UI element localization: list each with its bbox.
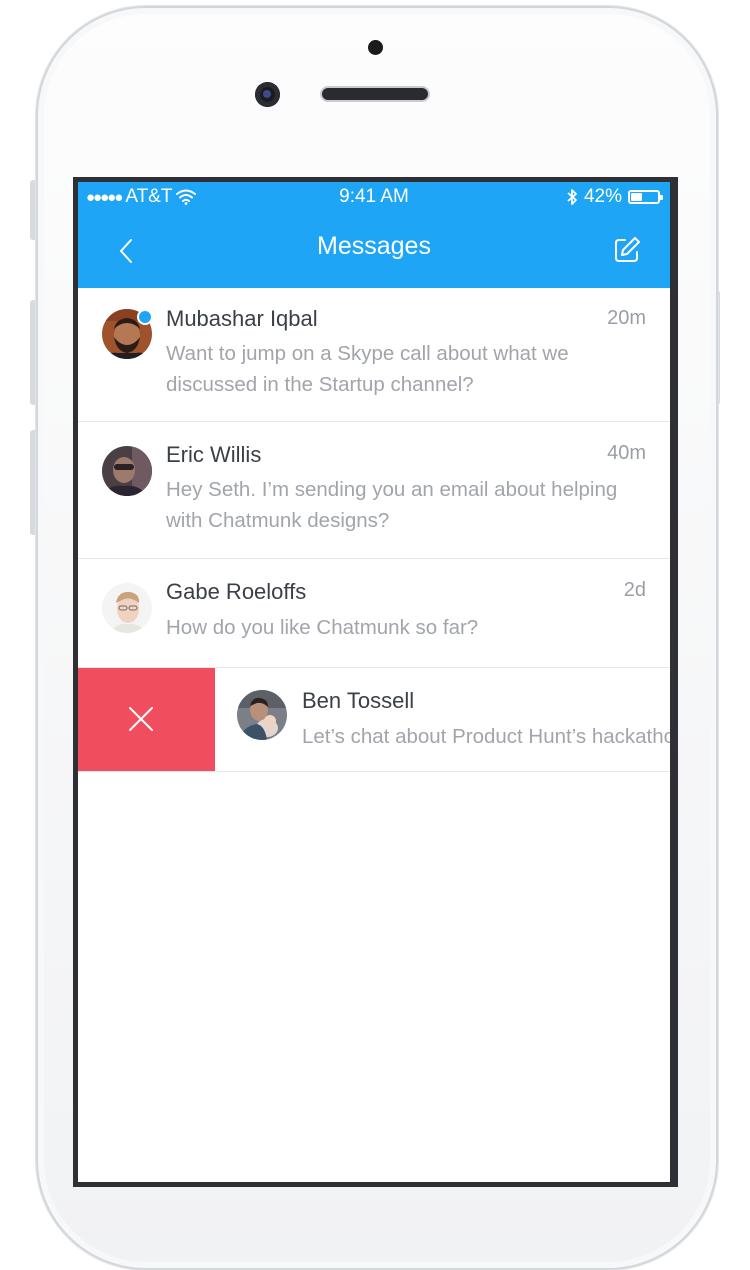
contact-name: Mubashar Iqbal: [166, 306, 318, 331]
message-preview-line-2: with Chatmunk designs?: [166, 509, 390, 532]
bluetooth-icon: [567, 189, 577, 205]
battery-percent: 42%: [583, 186, 622, 207]
delete-conversation-button[interactable]: [78, 668, 214, 771]
phone-screen: ●●●●● AT&T 9:41 AM 42% Messages Mubashar…: [73, 177, 678, 1187]
avatar: [237, 690, 287, 740]
online-status-badge: [137, 309, 153, 325]
proximity-sensor: [368, 40, 383, 55]
message-preview-line-1: Want to jump on a Skype call about what …: [166, 342, 569, 365]
avatar: [102, 583, 152, 633]
page-title: Messages: [317, 232, 431, 260]
message-time: 20m: [607, 307, 646, 329]
conversation-row[interactable]: Mubashar Iqbal 20m Want to jump on a Sky…: [78, 288, 670, 422]
battery-level-fill: [631, 193, 642, 201]
message-preview-line-2: discussed in the Startup channel?: [166, 373, 474, 396]
compose-icon[interactable]: [612, 235, 642, 265]
message-preview-line-1: Hey Seth. I’m sending you an email about…: [166, 478, 618, 501]
navigation-bar: Messages: [78, 214, 670, 288]
swiped-conversation-content[interactable]: Ben Tossell Let’s chat about Product Hun…: [215, 668, 670, 771]
front-camera: [255, 82, 280, 107]
message-preview-line-1: How do you like Chatmunk so far?: [166, 616, 479, 639]
earpiece-speaker: [320, 86, 430, 102]
message-time: 2d: [623, 579, 646, 601]
contact-name: Eric Willis: [166, 442, 262, 467]
conversation-row[interactable]: Eric Willis 40m Hey Seth. I’m sending yo…: [78, 422, 670, 559]
contact-name: Ben Tossell: [302, 688, 415, 713]
avatar: [102, 446, 152, 496]
message-preview-line-1: Let’s chat about Product Hunt’s hackatho…: [302, 725, 670, 748]
close-icon: [129, 707, 153, 731]
conversation-row[interactable]: Gabe Roeloffs 2d How do you like Chatmun…: [78, 559, 670, 668]
battery-icon: [628, 190, 663, 204]
contact-name: Gabe Roeloffs: [166, 579, 307, 604]
status-right: 42%: [566, 186, 663, 208]
conversation-list: Mubashar Iqbal 20m Want to jump on a Sky…: [78, 288, 670, 772]
conversation-row-swiped[interactable]: Ben Tossell Let’s chat about Product Hun…: [78, 668, 670, 772]
app-display: ●●●●● AT&T 9:41 AM 42% Messages Mubashar…: [78, 182, 670, 1182]
message-time: 40m: [607, 442, 646, 464]
status-bar: ●●●●● AT&T 9:41 AM 42%: [78, 182, 670, 214]
